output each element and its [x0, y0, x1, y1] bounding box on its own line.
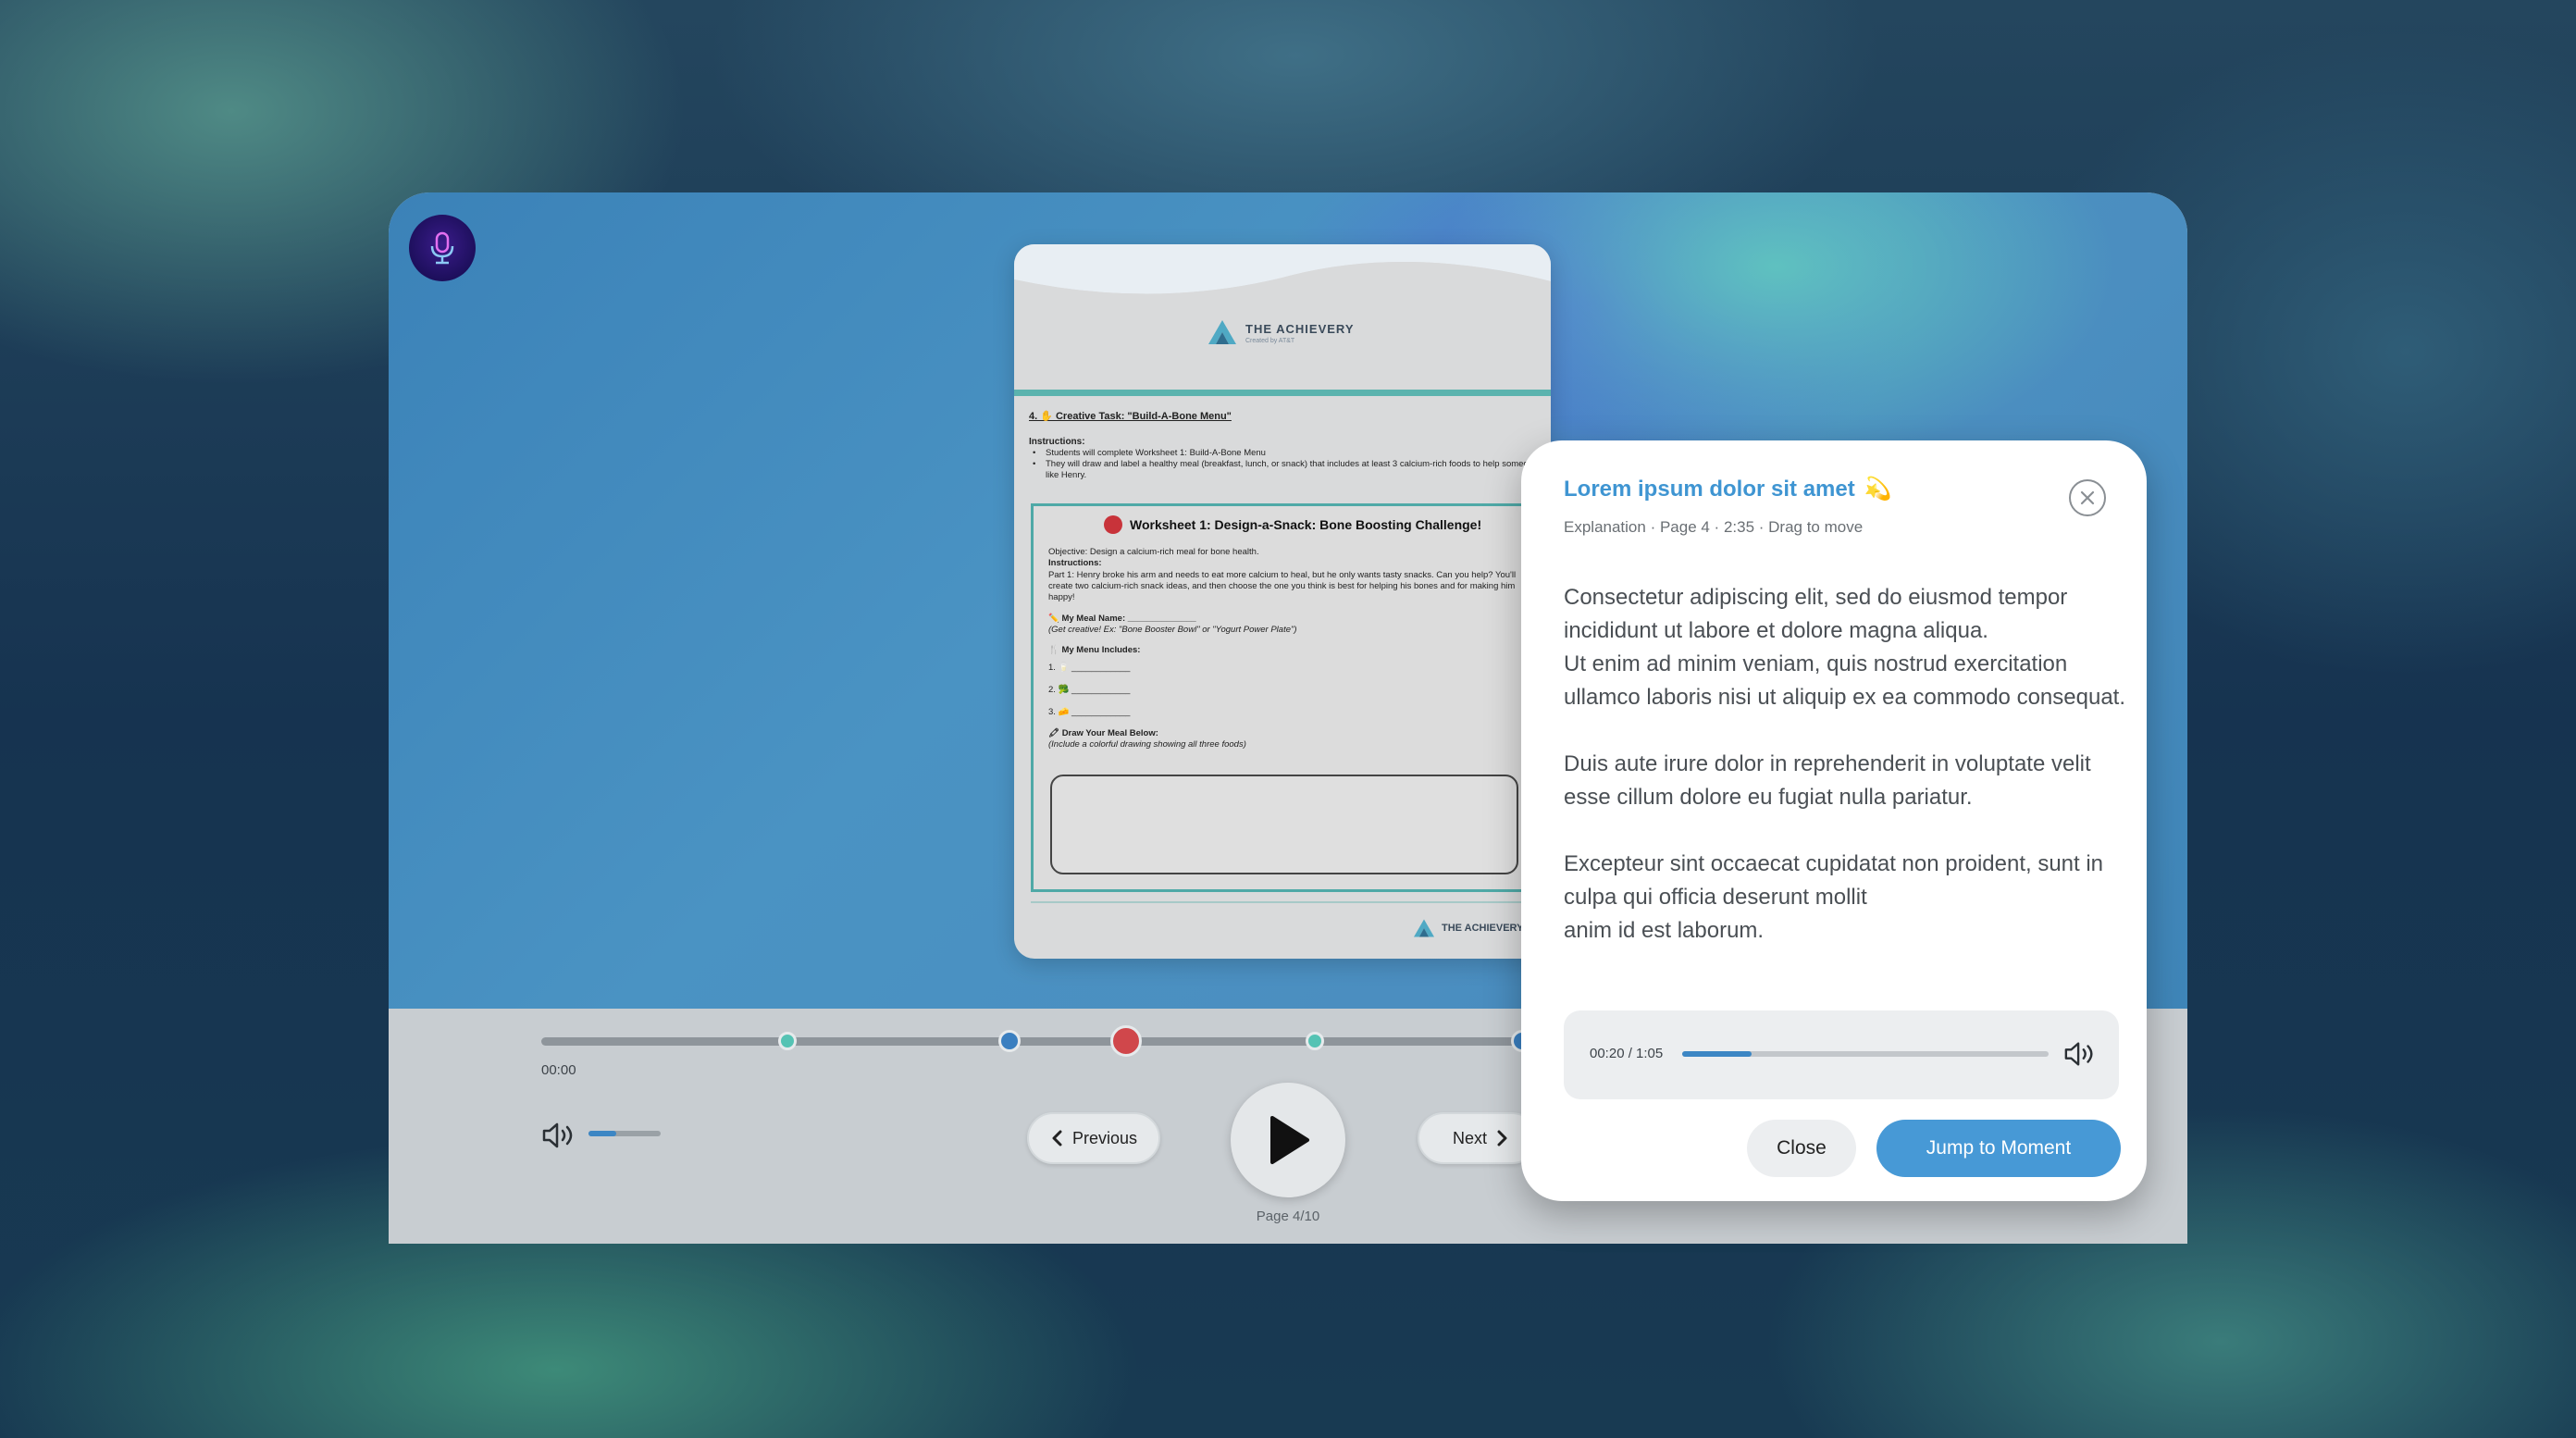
microphone-icon — [430, 231, 454, 265]
app-logo[interactable] — [409, 215, 476, 281]
previous-label: Previous — [1071, 1128, 1138, 1147]
current-time: 00:00 — [541, 1062, 576, 1078]
timeline-marker[interactable] — [778, 1032, 797, 1050]
brand-name: THE ACHIEVERY — [1245, 321, 1355, 336]
chevron-right-icon — [1497, 1130, 1507, 1147]
document-stripe — [1014, 390, 1551, 396]
popup-title-text: Lorem ipsum dolor sit amet — [1564, 476, 1855, 502]
part-1: Part 1: Henry broke his arm and needs to… — [1048, 569, 1517, 603]
red-circle-icon — [1104, 515, 1122, 534]
next-label: Next — [1453, 1128, 1488, 1147]
popup-line: Ut enim ad minim veniam, quis nostrud ex… — [1564, 651, 2125, 710]
instruction-item: Students will complete Worksheet 1: Buil… — [1029, 448, 1543, 459]
play-button[interactable] — [1231, 1083, 1345, 1197]
timeline-marker[interactable] — [1110, 1025, 1142, 1057]
menu-line: 1. 🥛 ____________ — [1048, 662, 1131, 673]
document-body: 4. ✋ Creative Task: "Build-A-Bone Menu" … — [1029, 411, 1543, 481]
popup-body: Consectetur adipiscing elit, sed do eius… — [1564, 581, 2128, 981]
footer-brand-name: THE ACHIEVERY — [1442, 923, 1524, 934]
volume-level — [588, 1131, 616, 1136]
popup-line: Consectetur adipiscing elit, sed do eius… — [1564, 585, 2068, 643]
audio-player: 00:20 / 1:05 — [1564, 1010, 2119, 1099]
achievery-logo-icon — [1208, 320, 1236, 344]
timeline-track[interactable] — [541, 1037, 1559, 1046]
audio-time: 00:20 / 1:05 — [1590, 1046, 1664, 1061]
meal-name: ✏️ My Meal Name: ______________ — [1048, 613, 1196, 624]
next-button[interactable]: Next — [1418, 1112, 1538, 1164]
achievery-logo-icon — [1414, 919, 1434, 937]
draw-label: 🖍 Draw Your Meal Below: — [1048, 727, 1158, 738]
instructions-label: Instructions: — [1029, 436, 1085, 447]
popup-line: anim id est laborum. — [1564, 918, 1765, 943]
worksheet-page: THE ACHIEVERY Created by AT&T 4. ✋ Creat… — [1014, 244, 1551, 959]
popup-paragraph: Excepteur sint occaecat cupidatat non pr… — [1564, 848, 2128, 948]
instruction-item: They will draw and label a healthy meal … — [1029, 459, 1543, 481]
audio-progress-fill — [1682, 1051, 1752, 1057]
document-brand: THE ACHIEVERY Created by AT&T — [1207, 318, 1355, 346]
volume-slider[interactable] — [588, 1131, 661, 1136]
menu-line: 3. 🧀 ____________ — [1048, 707, 1131, 718]
objective: Objective: Design a calcium-rich meal fo… — [1048, 547, 1259, 557]
previous-button[interactable]: Previous — [1027, 1112, 1160, 1164]
popup-paragraph: Duis aute irure dolor in reprehenderit i… — [1564, 751, 2091, 810]
jump-to-moment-button[interactable]: Jump to Moment — [1876, 1120, 2121, 1177]
worksheet-title: Worksheet 1: Design-a-Snack: Bone Boosti… — [1104, 515, 1481, 534]
popup-line: Excepteur sint occaecat cupidatat non pr… — [1564, 851, 2104, 910]
header-wave — [1014, 244, 1551, 318]
audio-progress-track[interactable] — [1682, 1051, 2049, 1057]
footer-brand: THE ACHIEVERY — [1412, 918, 1523, 938]
popup-title: Lorem ipsum dolor sit amet 💫 — [1564, 476, 1892, 502]
page-indicator: Page 4/10 — [1256, 1209, 1320, 1224]
close-button[interactable]: Close — [1747, 1120, 1856, 1177]
worksheet-text: Objective: Design a calcium-rich meal fo… — [1048, 547, 1530, 750]
worksheet-title-text: Worksheet 1: Design-a-Snack: Bone Boosti… — [1130, 517, 1482, 532]
popup-paragraph: Consectetur adipiscing elit, sed do eius… — [1564, 581, 2128, 714]
menu-line: 2. 🥦 ____________ — [1048, 685, 1131, 696]
drawing-area — [1050, 775, 1518, 874]
volume-icon[interactable] — [541, 1122, 576, 1154]
brand-sub: Created by AT&T — [1245, 337, 1295, 344]
timeline-marker[interactable] — [1306, 1032, 1324, 1050]
worksheet-box: Worksheet 1: Design-a-Snack: Bone Boosti… — [1031, 503, 1551, 892]
popup-meta: Explanation · Page 4 · 2:35 · Drag to mo… — [1564, 518, 1864, 536]
meal-hint: (Get creative! Ex: "Bone Booster Bowl" o… — [1048, 625, 1297, 636]
menu-label: 🍴 My Menu Includes: — [1048, 645, 1141, 656]
instructions-label: Instructions: — [1048, 558, 1102, 569]
footer-divider — [1031, 901, 1551, 903]
volume-icon[interactable] — [2063, 1040, 2097, 1072]
draw-hint: (Include a colorful drawing showing all … — [1048, 739, 1246, 750]
section-heading: 4. ✋ Creative Task: "Build-A-Bone Menu" — [1029, 411, 1232, 422]
play-icon — [1270, 1116, 1309, 1164]
explanation-popup[interactable]: Lorem ipsum dolor sit amet 💫 Explanation… — [1521, 440, 2147, 1201]
timeline-marker[interactable] — [998, 1030, 1021, 1052]
chevron-left-icon — [1052, 1130, 1062, 1147]
close-icon[interactable] — [2069, 479, 2106, 516]
sparkle-icon: 💫 — [1864, 477, 1892, 502]
